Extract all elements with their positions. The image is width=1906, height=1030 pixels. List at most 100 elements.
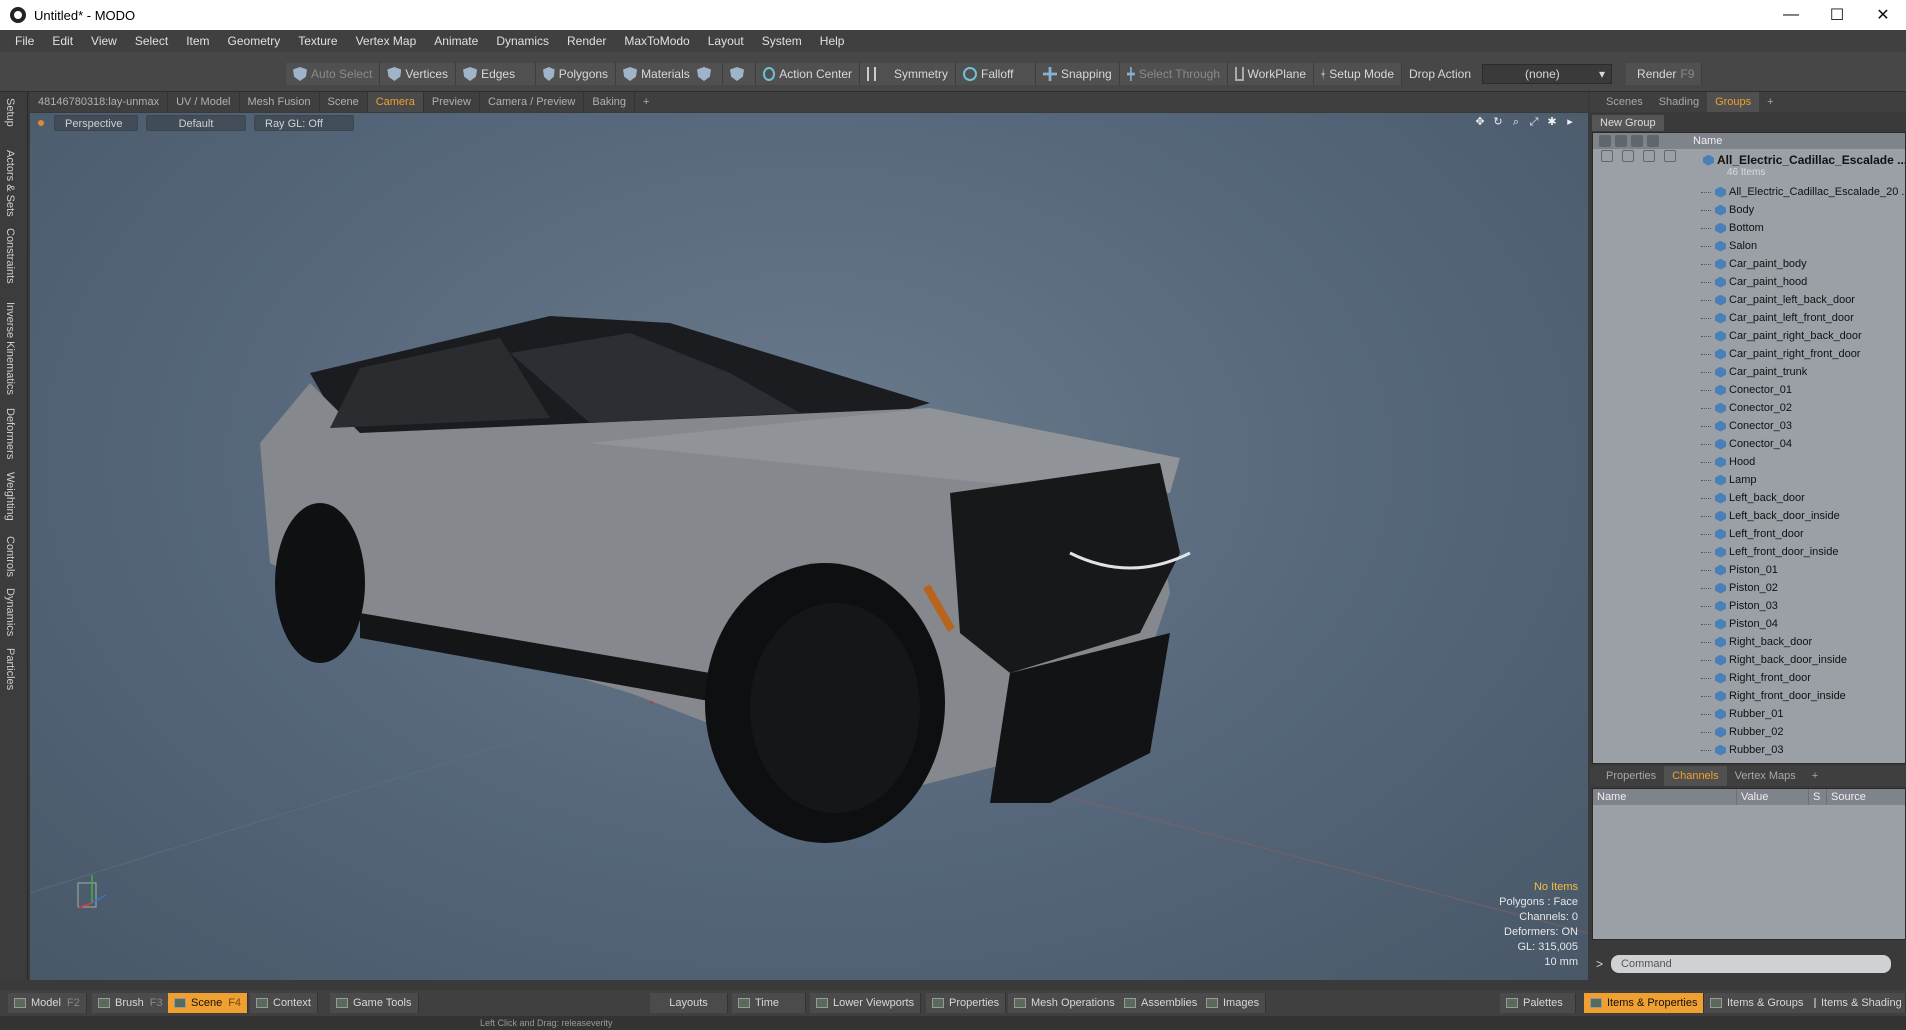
tree-item-row[interactable]: Right_back_door_inside [1593,651,1905,669]
tree-item-row[interactable]: Conector_01 [1593,381,1905,399]
scene-layout-button[interactable]: Scene F4 [168,993,249,1013]
tree-item-row[interactable]: Lamp [1593,471,1905,489]
menu-geometry[interactable]: Geometry [219,30,290,52]
vertices-button[interactable]: Vertices [380,63,457,85]
auto-select-button[interactable]: Auto Select [286,63,381,85]
tree-item-row[interactable]: Piston_02 [1593,579,1905,597]
tree-item-row[interactable]: Hood [1593,453,1905,471]
lower-viewports-button[interactable]: Lower Viewports [810,993,922,1013]
add-tab-button[interactable]: + [635,92,657,112]
select-mode-button-1[interactable] [690,63,723,85]
tab-camera-preview[interactable]: Camera / Preview [480,92,585,112]
tree-item-row[interactable]: Piston_04 [1593,615,1905,633]
materials-button[interactable]: Materials [616,63,699,85]
3d-viewport[interactable]: Perspective Default Ray GL: Off ✥ ↻ ⌕ ⤢ … [30,113,1588,980]
images-button[interactable]: Images [1200,993,1267,1013]
context-layout-button[interactable]: Context [250,993,318,1013]
tree-item-row[interactable]: All_Electric_Cadillac_Escalade_20 ... [1593,183,1905,201]
tree-item-row[interactable]: Right_front_door_inside [1593,687,1905,705]
tree-item-row[interactable]: Car_paint_trunk [1593,363,1905,381]
tree-item-row[interactable]: Conector_02 [1593,399,1905,417]
action-center-button[interactable]: Action Center [756,63,860,85]
tree-item-row[interactable]: Car_paint_left_front_door [1593,309,1905,327]
tab-layout-unmax[interactable]: 48146780318:lay-unmax [30,92,169,112]
menu-texture[interactable]: Texture [289,30,346,52]
drop-action-select[interactable]: (none) ▾ [1482,64,1613,84]
minimize-button[interactable]: — [1768,0,1814,30]
tree-item-row[interactable]: Conector_03 [1593,417,1905,435]
lock-icon[interactable] [1615,135,1627,147]
tree-item-row[interactable]: Left_front_door [1593,525,1905,543]
tree-item-row[interactable]: Rubber_01 [1593,705,1905,723]
palettes-button[interactable]: Palettes [1500,993,1576,1013]
pan-icon[interactable]: ✥ [1474,116,1486,128]
select-through-button[interactable]: Select Through [1120,63,1228,85]
tree-item-row[interactable]: Left_back_door_inside [1593,507,1905,525]
viewport-arrow-icon[interactable]: ▸ [1564,116,1576,128]
mesh-operations-button[interactable]: Mesh Operations [1008,993,1122,1013]
workplane-button[interactable]: WorkPlane [1228,63,1314,85]
vtab-setup[interactable]: Setup [4,98,16,127]
new-group-button[interactable]: New Group [1592,115,1664,131]
items-properties-button[interactable]: Items & Properties [1584,993,1705,1013]
menu-layout[interactable]: Layout [699,30,753,52]
time-button[interactable]: Time [732,993,806,1013]
tree-item-row[interactable]: Car_paint_right_back_door [1593,327,1905,345]
items-groups-button[interactable]: Items & Groups [1704,993,1811,1013]
tab-camera[interactable]: Camera [367,92,424,112]
vtab-controls[interactable]: Controls [4,536,16,577]
tree-item-row[interactable]: Left_front_door_inside [1593,543,1905,561]
tree-item-row[interactable]: Car_paint_left_back_door [1593,291,1905,309]
items-shading-button[interactable]: Items & Shading [1808,993,1906,1013]
tree-item-row[interactable]: Rubber_03 [1593,741,1905,759]
brush-layout-button[interactable]: Brush F3 [92,993,170,1013]
viewport-menu-icon[interactable] [38,120,44,126]
menu-system[interactable]: System [753,30,811,52]
tree-item-row[interactable]: Right_front_door [1593,669,1905,687]
tab-preview[interactable]: Preview [424,92,480,112]
rotate-icon[interactable]: ↻ [1492,116,1504,128]
tree-item-row[interactable]: Car_paint_body [1593,255,1905,273]
add-panel-tab-button[interactable]: + [1759,92,1781,112]
assemblies-button[interactable]: Assemblies [1118,993,1205,1013]
tree-item-row[interactable]: Bottom [1593,219,1905,237]
view-mode-select[interactable]: Perspective [54,115,138,131]
menu-select[interactable]: Select [126,30,177,52]
snapping-button[interactable]: Snapping [1036,63,1120,85]
model-layout-button[interactable]: Model F2 [8,993,87,1013]
tab-uv-model[interactable]: UV / Model [168,92,240,112]
falloff-button[interactable]: Falloff [956,63,1036,85]
add-lower-tab-button[interactable]: + [1804,766,1826,786]
zoom-icon[interactable]: ⌕ [1510,116,1522,128]
tree-item-row[interactable]: Car_paint_hood [1593,273,1905,291]
raygl-toggle[interactable]: Ray GL: Off [254,115,354,131]
eye-icon[interactable] [1599,135,1611,147]
setup-mode-button[interactable]: Setup Mode [1314,63,1402,85]
maximize-button[interactable]: ☐ [1814,0,1860,30]
command-input[interactable]: Command [1611,955,1892,973]
tree-item-row[interactable]: Body [1593,201,1905,219]
tree-item-row[interactable]: Rubber_04 [1593,759,1905,763]
edges-button[interactable]: Edges [456,63,537,85]
menu-edit[interactable]: Edit [43,30,82,52]
tree-item-row[interactable]: Car_paint_right_front_door [1593,345,1905,363]
tab-channels[interactable]: Channels [1664,766,1727,786]
vtab-weighting[interactable]: Weighting [4,472,16,521]
vtab-dynamics[interactable]: Dynamics [4,588,16,636]
menu-item[interactable]: Item [177,30,218,52]
tree-item-row[interactable]: Rubber_02 [1593,723,1905,741]
polygons-button[interactable]: Polygons [536,63,617,85]
channels-table[interactable]: Name Value S Source [1592,788,1906,940]
close-button[interactable]: ✕ [1860,0,1906,30]
vtab-deformers[interactable]: Deformers [4,408,16,459]
tree-item-row[interactable]: Left_back_door [1593,489,1905,507]
properties-button[interactable]: Properties [926,993,1007,1013]
tab-baking[interactable]: Baking [584,92,636,112]
select-mode-button-2[interactable] [723,63,756,85]
vtab-inverse-kinematics[interactable]: Inverse Kinematics [4,302,16,395]
tree-item-row[interactable]: Conector_04 [1593,435,1905,453]
tab-properties[interactable]: Properties [1598,766,1664,786]
menu-vertex-map[interactable]: Vertex Map [347,30,426,52]
symmetry-button[interactable]: Symmetry [860,63,956,85]
tab-scenes[interactable]: Scenes [1598,92,1651,112]
